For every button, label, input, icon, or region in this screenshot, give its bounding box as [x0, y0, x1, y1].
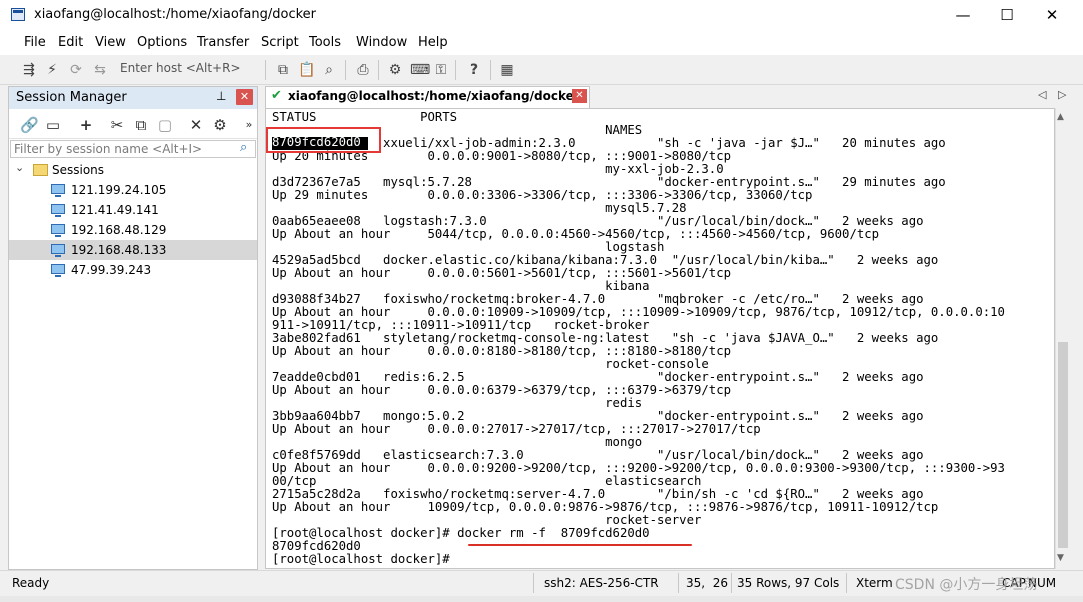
- copy-icon[interactable]: ⧉: [275, 62, 291, 78]
- taskbar-edge: [0, 596, 1083, 602]
- print-icon[interactable]: ⎙: [355, 62, 371, 78]
- scroll-up-icon[interactable]: ▲: [1057, 112, 1064, 122]
- monitor-icon: [51, 264, 65, 277]
- keymap-icon[interactable]: ⌨: [410, 62, 430, 78]
- toolbar-separator: [455, 60, 456, 80]
- session-tab-label[interactable]: xiaofang@localhost:/home/xiaofang/docker: [288, 89, 580, 103]
- paste-session-icon[interactable]: ▢: [156, 116, 174, 134]
- session-label: 121.41.49.141: [71, 203, 159, 217]
- toolbar-separator: [378, 60, 379, 80]
- annotation-red-box: [266, 127, 381, 153]
- delete-session-icon[interactable]: ✕: [187, 116, 205, 134]
- toolbar-separator: [490, 60, 491, 80]
- sftp-icon[interactable]: ▦: [499, 62, 515, 78]
- session-item[interactable]: 192.168.48.129: [9, 220, 257, 240]
- status-terminal-type: Xterm: [856, 576, 893, 590]
- session-item-selected[interactable]: 192.168.48.133: [9, 240, 257, 260]
- maximize-button[interactable]: ☐: [984, 0, 1030, 31]
- close-button[interactable]: ✕: [1029, 0, 1075, 31]
- menu-view[interactable]: View: [95, 35, 126, 50]
- menu-help[interactable]: Help: [418, 35, 448, 50]
- tab-scroll-right-icon[interactable]: ▷: [1058, 88, 1066, 101]
- scrollbar-thumb[interactable]: [1058, 342, 1068, 548]
- menu-transfer[interactable]: Transfer: [197, 35, 249, 50]
- settings-icon[interactable]: ⚙: [387, 62, 403, 78]
- session-label: 192.168.48.129: [71, 223, 167, 237]
- tab-close-button[interactable]: ✕: [572, 89, 587, 103]
- key-icon[interactable]: ⚿: [433, 62, 449, 78]
- session-manager-close-button[interactable]: ✕: [236, 89, 253, 105]
- csdn-watermark: CSDN @小方一身坦荡: [895, 577, 1038, 593]
- monitor-icon: [51, 224, 65, 237]
- menu-script[interactable]: Script: [261, 35, 299, 50]
- monitor-icon: [51, 244, 65, 257]
- status-cursor-position: 35, 26: [686, 576, 728, 590]
- find-icon[interactable]: ⌕: [321, 62, 337, 78]
- menu-file[interactable]: File: [24, 35, 46, 50]
- connect-icon[interactable]: ⇶: [21, 62, 37, 78]
- lightning-icon[interactable]: ⚡: [44, 62, 60, 78]
- monitor-icon: [51, 204, 65, 217]
- session-filter-field[interactable]: [10, 140, 256, 158]
- toolbar-separator: [265, 60, 266, 80]
- menu-options[interactable]: Options: [137, 35, 187, 50]
- session-filter-input[interactable]: [14, 142, 236, 156]
- menu-window[interactable]: Window: [356, 35, 407, 50]
- cut-icon[interactable]: ✂: [108, 116, 126, 134]
- menu-edit[interactable]: Edit: [58, 35, 83, 50]
- session-label: 47.99.39.243: [71, 263, 152, 277]
- link-icon[interactable]: 🔗: [20, 116, 39, 134]
- status-separator: [731, 573, 732, 593]
- session-manager-title: Session Manager: [16, 90, 127, 105]
- securecrt-app-icon: [11, 8, 25, 21]
- session-item[interactable]: 121.41.49.141: [9, 200, 257, 220]
- status-ready: Ready: [12, 576, 50, 590]
- session-manager-panel: [8, 86, 258, 570]
- more-tools-icon[interactable]: »: [240, 116, 258, 134]
- monitor-icon: [51, 184, 65, 197]
- tree-folder-sessions[interactable]: ⌄ Sessions: [9, 160, 257, 180]
- quick-connect-input[interactable]: Enter host <Alt+R>: [120, 61, 241, 75]
- toolbar-separator: [345, 60, 346, 80]
- folder-icon: [33, 164, 48, 176]
- connected-check-icon: ✔: [271, 88, 282, 103]
- add-session-icon[interactable]: +: [77, 116, 95, 134]
- session-label: 121.199.24.105: [71, 183, 167, 197]
- session-item[interactable]: 47.99.39.243: [9, 260, 257, 280]
- chevron-down-icon[interactable]: ⌄: [15, 161, 24, 174]
- reconnect-icon[interactable]: ⟳: [68, 62, 84, 78]
- new-window-icon[interactable]: ▭: [44, 116, 62, 134]
- search-icon[interactable]: ⌕: [240, 140, 247, 155]
- tab-scroll-left-icon[interactable]: ◁: [1038, 88, 1046, 101]
- terminal-output[interactable]: STATUS PORTS NAMES 8709fcd620d0 xxueli/x…: [265, 108, 1055, 569]
- scroll-down-icon[interactable]: ▼: [1057, 553, 1064, 563]
- status-separator: [678, 573, 679, 593]
- session-item[interactable]: 121.199.24.105: [9, 180, 257, 200]
- pin-icon[interactable]: ⊥: [216, 89, 226, 103]
- menu-tools[interactable]: Tools: [309, 35, 341, 50]
- status-separator: [533, 573, 534, 593]
- copy-session-icon[interactable]: ⧉: [132, 116, 150, 134]
- help-icon[interactable]: ?: [466, 62, 482, 78]
- paste-icon[interactable]: 📋: [298, 62, 315, 78]
- annotation-red-underline: [468, 544, 692, 546]
- session-label: 192.168.48.133: [71, 243, 167, 257]
- terminal-text: STATUS PORTS NAMES 8709fcd620d0 xxueli/x…: [272, 110, 1005, 566]
- window-title: xiaofang@localhost:/home/xiaofang/docker: [34, 7, 317, 22]
- disconnect-icon[interactable]: ⇆: [92, 62, 108, 78]
- status-encryption: ssh2: AES-256-CTR: [544, 576, 659, 590]
- status-terminal-size: 35 Rows, 97 Cols: [737, 576, 840, 590]
- tree-folder-label: Sessions: [52, 163, 105, 177]
- session-properties-icon[interactable]: ⚙: [211, 116, 229, 134]
- status-separator: [846, 573, 847, 593]
- minimize-button[interactable]: —: [940, 0, 986, 31]
